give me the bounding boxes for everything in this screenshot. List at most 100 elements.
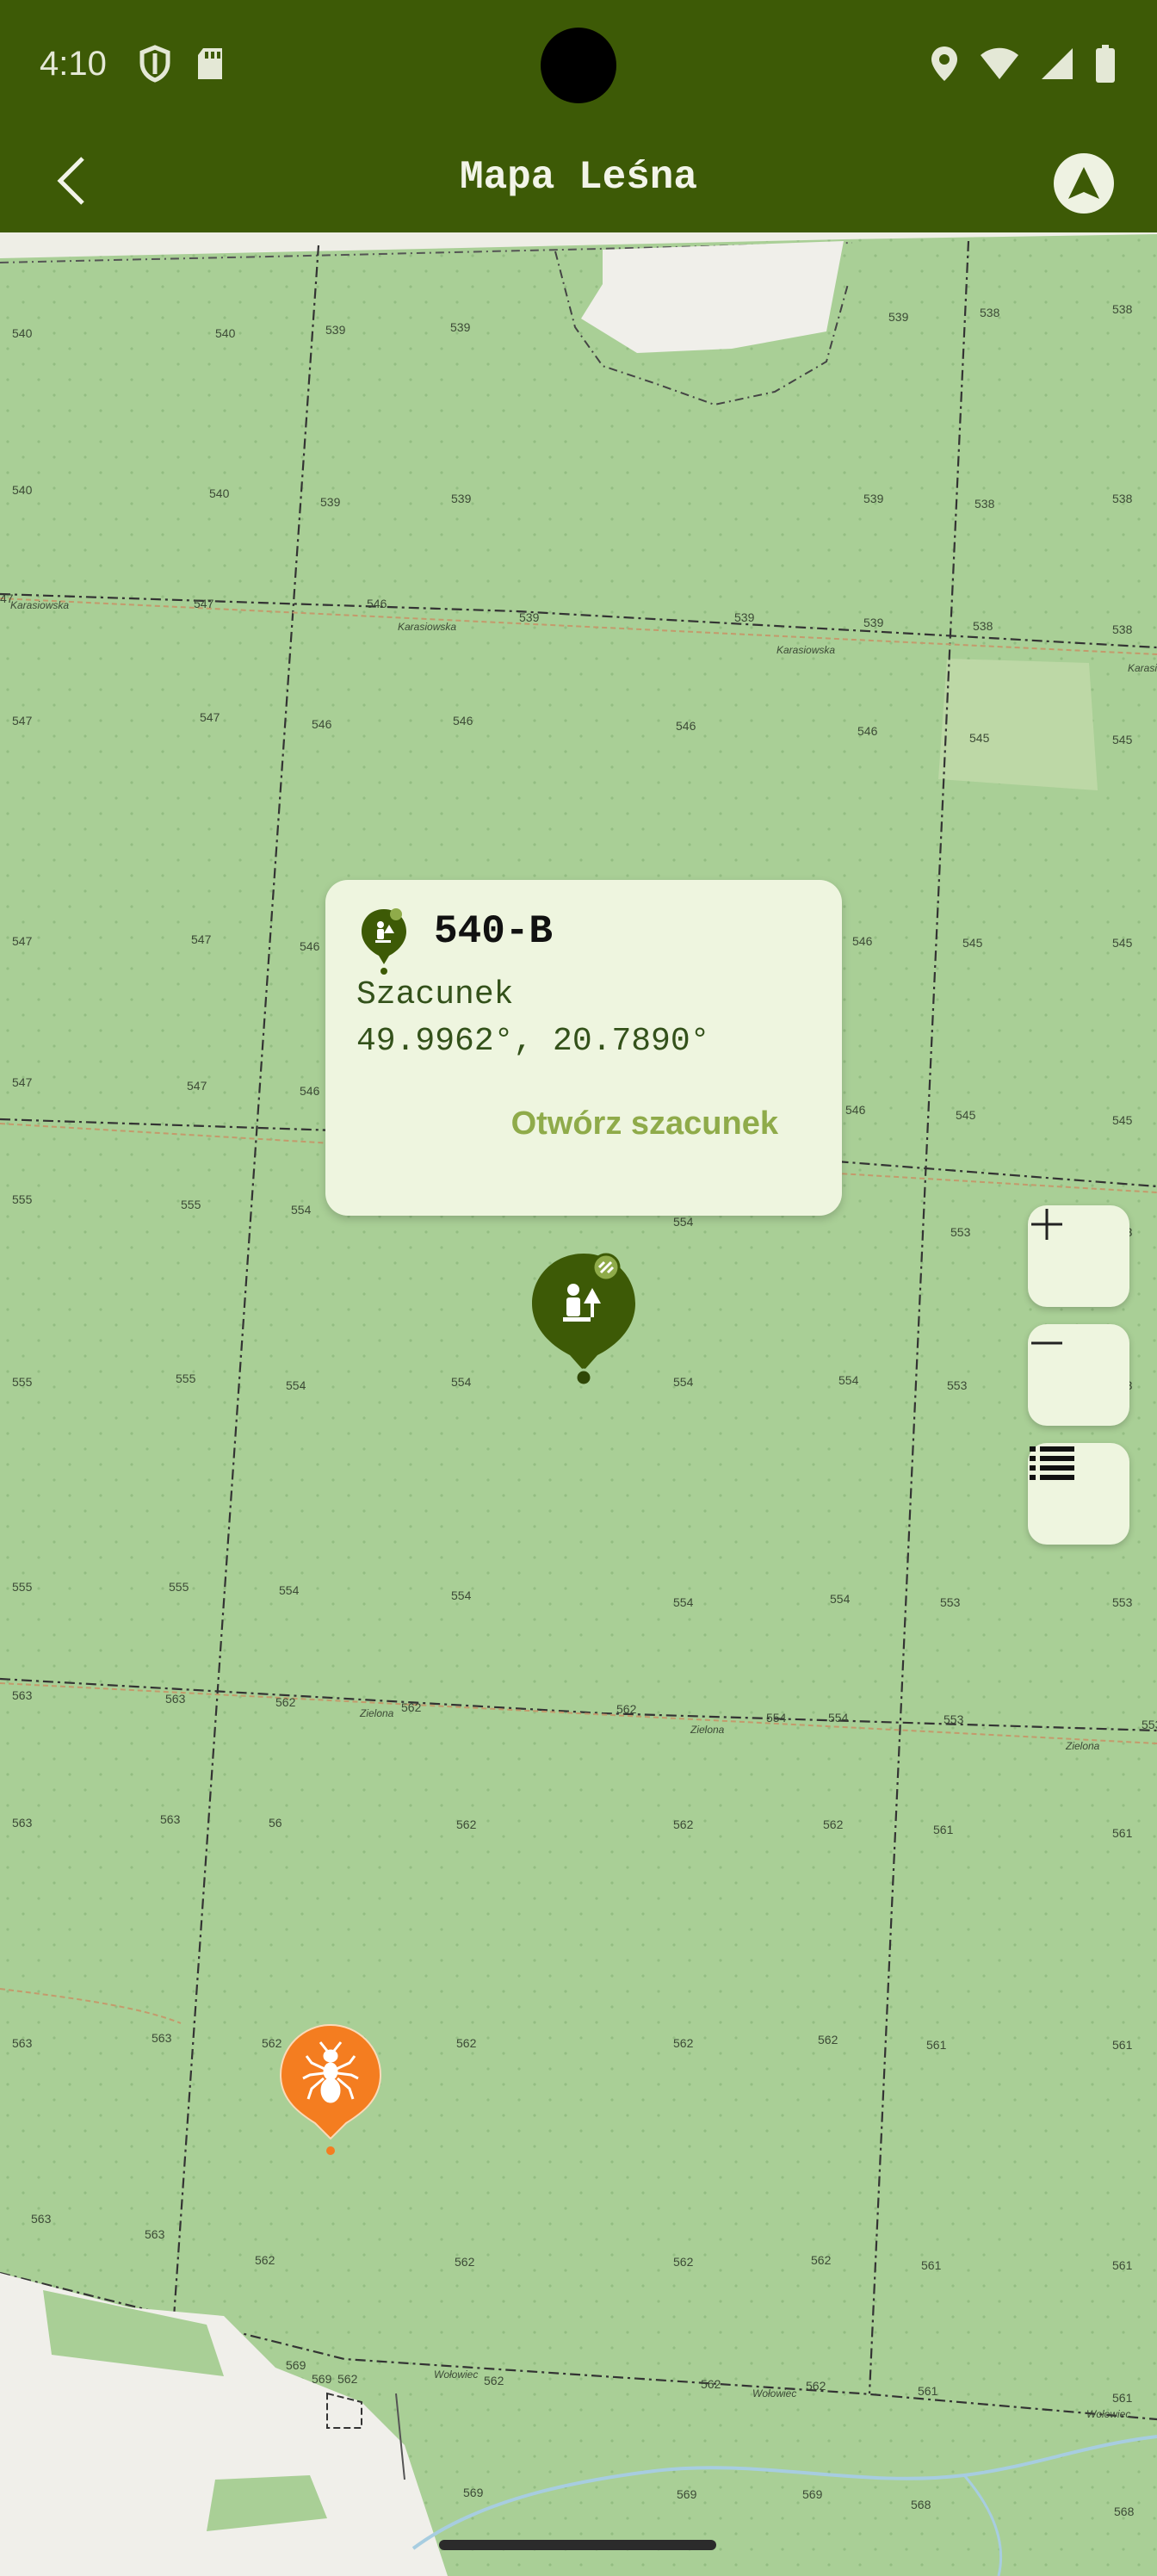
svg-text:562: 562 bbox=[673, 2255, 694, 2269]
svg-text:538: 538 bbox=[973, 619, 993, 633]
camera-cutout bbox=[541, 28, 616, 103]
svg-text:554: 554 bbox=[279, 1583, 300, 1597]
svg-text:547: 547 bbox=[194, 597, 214, 610]
svg-text:562: 562 bbox=[818, 2033, 838, 2047]
svg-text:562: 562 bbox=[823, 1817, 844, 1831]
svg-text:547: 547 bbox=[12, 1075, 33, 1089]
svg-text:563: 563 bbox=[12, 1816, 33, 1830]
list-button[interactable] bbox=[1028, 1443, 1129, 1545]
svg-text:569: 569 bbox=[463, 2486, 484, 2499]
svg-text:563: 563 bbox=[12, 1688, 33, 1702]
popup-title: 540-B bbox=[434, 909, 554, 954]
sd-card-icon bbox=[198, 48, 222, 79]
svg-text:562: 562 bbox=[337, 2372, 358, 2386]
svg-text:545: 545 bbox=[1112, 1113, 1133, 1127]
svg-text:538: 538 bbox=[1112, 622, 1133, 636]
svg-text:554: 554 bbox=[673, 1215, 694, 1229]
svg-text:Zielona: Zielona bbox=[690, 1724, 725, 1736]
estimate-marker[interactable] bbox=[530, 1250, 637, 1388]
svg-text:Wołowiec: Wołowiec bbox=[1086, 2408, 1130, 2420]
svg-text:539: 539 bbox=[451, 492, 472, 505]
svg-text:Wołowiec: Wołowiec bbox=[434, 2369, 478, 2381]
svg-text:561: 561 bbox=[1112, 2258, 1133, 2272]
svg-text:553: 553 bbox=[950, 1225, 971, 1239]
svg-text:569: 569 bbox=[677, 2487, 697, 2501]
popup-type: Szacunek bbox=[356, 976, 514, 1013]
svg-text:545: 545 bbox=[1112, 936, 1133, 950]
shield-icon bbox=[139, 45, 170, 83]
svg-text:554: 554 bbox=[830, 1592, 851, 1606]
svg-text:554: 554 bbox=[838, 1373, 859, 1387]
svg-text:546: 546 bbox=[453, 714, 473, 728]
wifi-icon bbox=[981, 47, 1018, 79]
navigation-button[interactable] bbox=[1054, 153, 1114, 214]
list-icon bbox=[1030, 1446, 1074, 1480]
svg-text:554: 554 bbox=[451, 1375, 472, 1389]
svg-text:539: 539 bbox=[863, 492, 884, 505]
map-canvas[interactable]: 540 540 539 539 539 538 538 540 540 539 539 539 538… bbox=[0, 232, 1157, 2576]
svg-text:562: 562 bbox=[811, 2253, 832, 2267]
meadow bbox=[938, 659, 1098, 790]
forest-map[interactable]: 540 540 539 539 539 538 538 540 540 539 539 539 538… bbox=[0, 232, 1157, 2576]
svg-text:Karasiowska: Karasiowska bbox=[776, 644, 835, 656]
svg-text:562: 562 bbox=[806, 2379, 826, 2393]
svg-text:546: 546 bbox=[852, 934, 873, 948]
svg-text:547: 547 bbox=[12, 934, 33, 948]
svg-text:547: 547 bbox=[187, 1079, 207, 1093]
svg-text:562: 562 bbox=[401, 1700, 422, 1714]
svg-text:562: 562 bbox=[484, 2374, 504, 2387]
svg-text:562: 562 bbox=[456, 2036, 477, 2050]
svg-text:539: 539 bbox=[888, 310, 909, 324]
svg-text:553: 553 bbox=[944, 1712, 964, 1726]
svg-text:Karasio: Karasio bbox=[1128, 662, 1157, 674]
svg-text:553: 553 bbox=[1112, 1595, 1133, 1609]
app-bar: Mapa Leśna bbox=[0, 129, 1157, 232]
status-time: 4:10 bbox=[40, 45, 107, 83]
svg-text:563: 563 bbox=[31, 2212, 52, 2226]
plus-icon bbox=[1031, 1209, 1062, 1240]
svg-text:553: 553 bbox=[940, 1595, 961, 1609]
svg-text:562: 562 bbox=[616, 1702, 637, 1716]
svg-text:546: 546 bbox=[300, 1084, 320, 1098]
home-indicator[interactable] bbox=[439, 2540, 716, 2550]
svg-text:568: 568 bbox=[911, 2498, 931, 2511]
svg-text:539: 539 bbox=[863, 616, 884, 629]
svg-text:563: 563 bbox=[12, 2036, 33, 2050]
svg-text:540: 540 bbox=[215, 326, 236, 340]
svg-text:569: 569 bbox=[802, 2487, 823, 2501]
svg-text:561: 561 bbox=[921, 2258, 942, 2272]
svg-text:545: 545 bbox=[962, 936, 983, 950]
svg-text:538: 538 bbox=[1112, 492, 1133, 505]
page-title: Mapa Leśna bbox=[459, 155, 698, 200]
svg-text:562: 562 bbox=[673, 2036, 694, 2050]
ant-marker[interactable] bbox=[277, 2022, 384, 2159]
svg-text:555: 555 bbox=[176, 1372, 196, 1385]
open-estimate-button[interactable]: Otwórz szacunek bbox=[511, 1105, 778, 1142]
svg-text:563: 563 bbox=[145, 2227, 165, 2241]
svg-text:546: 546 bbox=[312, 717, 332, 731]
svg-text:Karasiowska: Karasiowska bbox=[10, 599, 69, 611]
svg-text:553: 553 bbox=[1142, 1718, 1157, 1731]
svg-text:Zielona: Zielona bbox=[359, 1707, 394, 1719]
location-icon bbox=[931, 46, 957, 81]
svg-text:555: 555 bbox=[181, 1198, 201, 1211]
svg-text:562: 562 bbox=[275, 1695, 296, 1709]
svg-text:Wołowiec: Wołowiec bbox=[752, 2387, 796, 2400]
svg-text:Zielona: Zielona bbox=[1065, 1740, 1100, 1752]
svg-text:540: 540 bbox=[12, 326, 33, 340]
svg-text:546: 546 bbox=[367, 597, 387, 610]
svg-text:539: 539 bbox=[519, 610, 540, 624]
svg-text:539: 539 bbox=[734, 610, 755, 624]
svg-text:540: 540 bbox=[12, 483, 33, 497]
svg-text:546: 546 bbox=[676, 719, 696, 733]
svg-text:545: 545 bbox=[1112, 733, 1133, 746]
svg-text:554: 554 bbox=[673, 1375, 694, 1389]
svg-text:561: 561 bbox=[1112, 1826, 1133, 1840]
svg-text:561: 561 bbox=[1112, 2391, 1133, 2405]
zoom-in-button[interactable] bbox=[1028, 1205, 1129, 1307]
zoom-out-button[interactable] bbox=[1028, 1324, 1129, 1426]
svg-text:546: 546 bbox=[857, 724, 878, 738]
signal-icon bbox=[1042, 48, 1073, 79]
svg-text:568: 568 bbox=[1114, 2505, 1135, 2518]
svg-text:546: 546 bbox=[300, 939, 320, 953]
